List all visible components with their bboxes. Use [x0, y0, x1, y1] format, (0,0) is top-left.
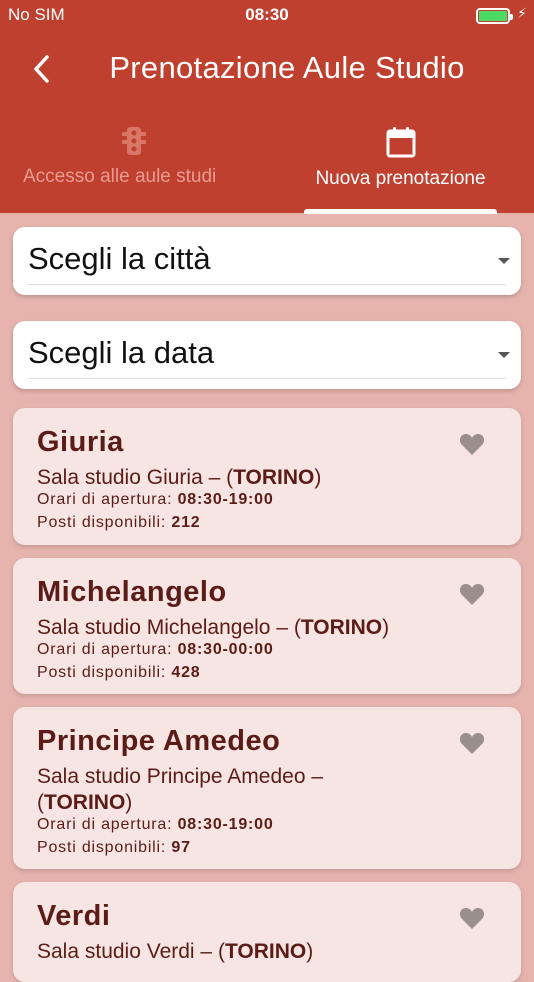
date-dropdown-label: Scegli la data: [28, 335, 215, 370]
room-description: Sala studio Verdi – (TORINO): [37, 940, 314, 963]
date-dropdown[interactable]: Scegli la data: [13, 321, 521, 389]
heart-icon[interactable]: [459, 731, 485, 755]
available-seats: Posti disponibili: 428: [37, 664, 201, 681]
available-seats: Posti disponibili: 97: [37, 839, 191, 856]
tab-label: Accesso alle aule studi: [23, 166, 217, 187]
room-name: Giuria: [37, 426, 124, 458]
tab-new-booking[interactable]: Nuova prenotazione: [267, 126, 534, 213]
room-card[interactable]: Giuria Sala studio Giuria – (TORINO) Ora…: [13, 408, 521, 545]
calendar-icon: [386, 127, 415, 158]
room-name: Principe Amedeo: [37, 725, 281, 757]
room-info: Orari di apertura: 08:30-19:00 Posti dis…: [37, 488, 274, 534]
tab-label: Nuova prenotazione: [315, 168, 486, 189]
city-dropdown-label: Scegli la città: [28, 241, 211, 276]
room-card[interactable]: Michelangelo Sala studio Michelangelo – …: [13, 558, 521, 694]
dropdown-underline: [28, 378, 506, 379]
clock: 08:30: [245, 5, 289, 24]
heart-icon[interactable]: [459, 432, 485, 456]
room-info: Orari di apertura: 08:30-19:00 Posti dis…: [37, 813, 274, 859]
charging-icon: ⚡: [517, 5, 527, 21]
traffic-light-icon: [121, 127, 146, 155]
room-info: Orari di apertura: 08:30-00:00 Posti dis…: [37, 638, 274, 684]
dropdown-underline: [28, 284, 506, 285]
room-card[interactable]: Principe Amedeo Sala studio Principe Ame…: [13, 707, 521, 869]
room-city: TORINO: [224, 940, 307, 963]
heart-icon[interactable]: [459, 906, 485, 930]
room-city: TORINO: [233, 466, 315, 489]
room-description: Sala studio Principe Amedeo – (TORINO): [37, 765, 324, 814]
app-header: Prenotazione Aule Studio Accesso alle au…: [0, 30, 534, 214]
page-title: Prenotazione Aule Studio: [109, 50, 465, 85]
battery-icon: [476, 8, 513, 24]
active-tab-indicator: [304, 209, 497, 214]
room-name: Verdi: [37, 900, 111, 932]
caret-down-icon: [498, 352, 510, 358]
tab-access-study-rooms[interactable]: Accesso alle aule studi: [0, 126, 267, 213]
city-dropdown[interactable]: Scegli la città: [13, 227, 521, 295]
room-city: TORINO: [300, 616, 383, 639]
opening-hours: Orari di apertura: 08:30-19:00: [37, 491, 274, 508]
available-seats: Posti disponibili: 212: [37, 514, 201, 531]
opening-hours: Orari di apertura: 08:30-19:00: [37, 816, 274, 833]
caret-down-icon: [498, 258, 510, 264]
heart-icon[interactable]: [459, 582, 485, 606]
room-card[interactable]: Verdi Sala studio Verdi – (TORINO): [13, 882, 521, 982]
opening-hours: Orari di apertura: 08:30-00:00: [37, 641, 274, 658]
room-name: Michelangelo: [37, 576, 227, 608]
room-city: TORINO: [44, 791, 126, 814]
status-bar: No SIM 08:30 ⚡: [0, 0, 534, 30]
